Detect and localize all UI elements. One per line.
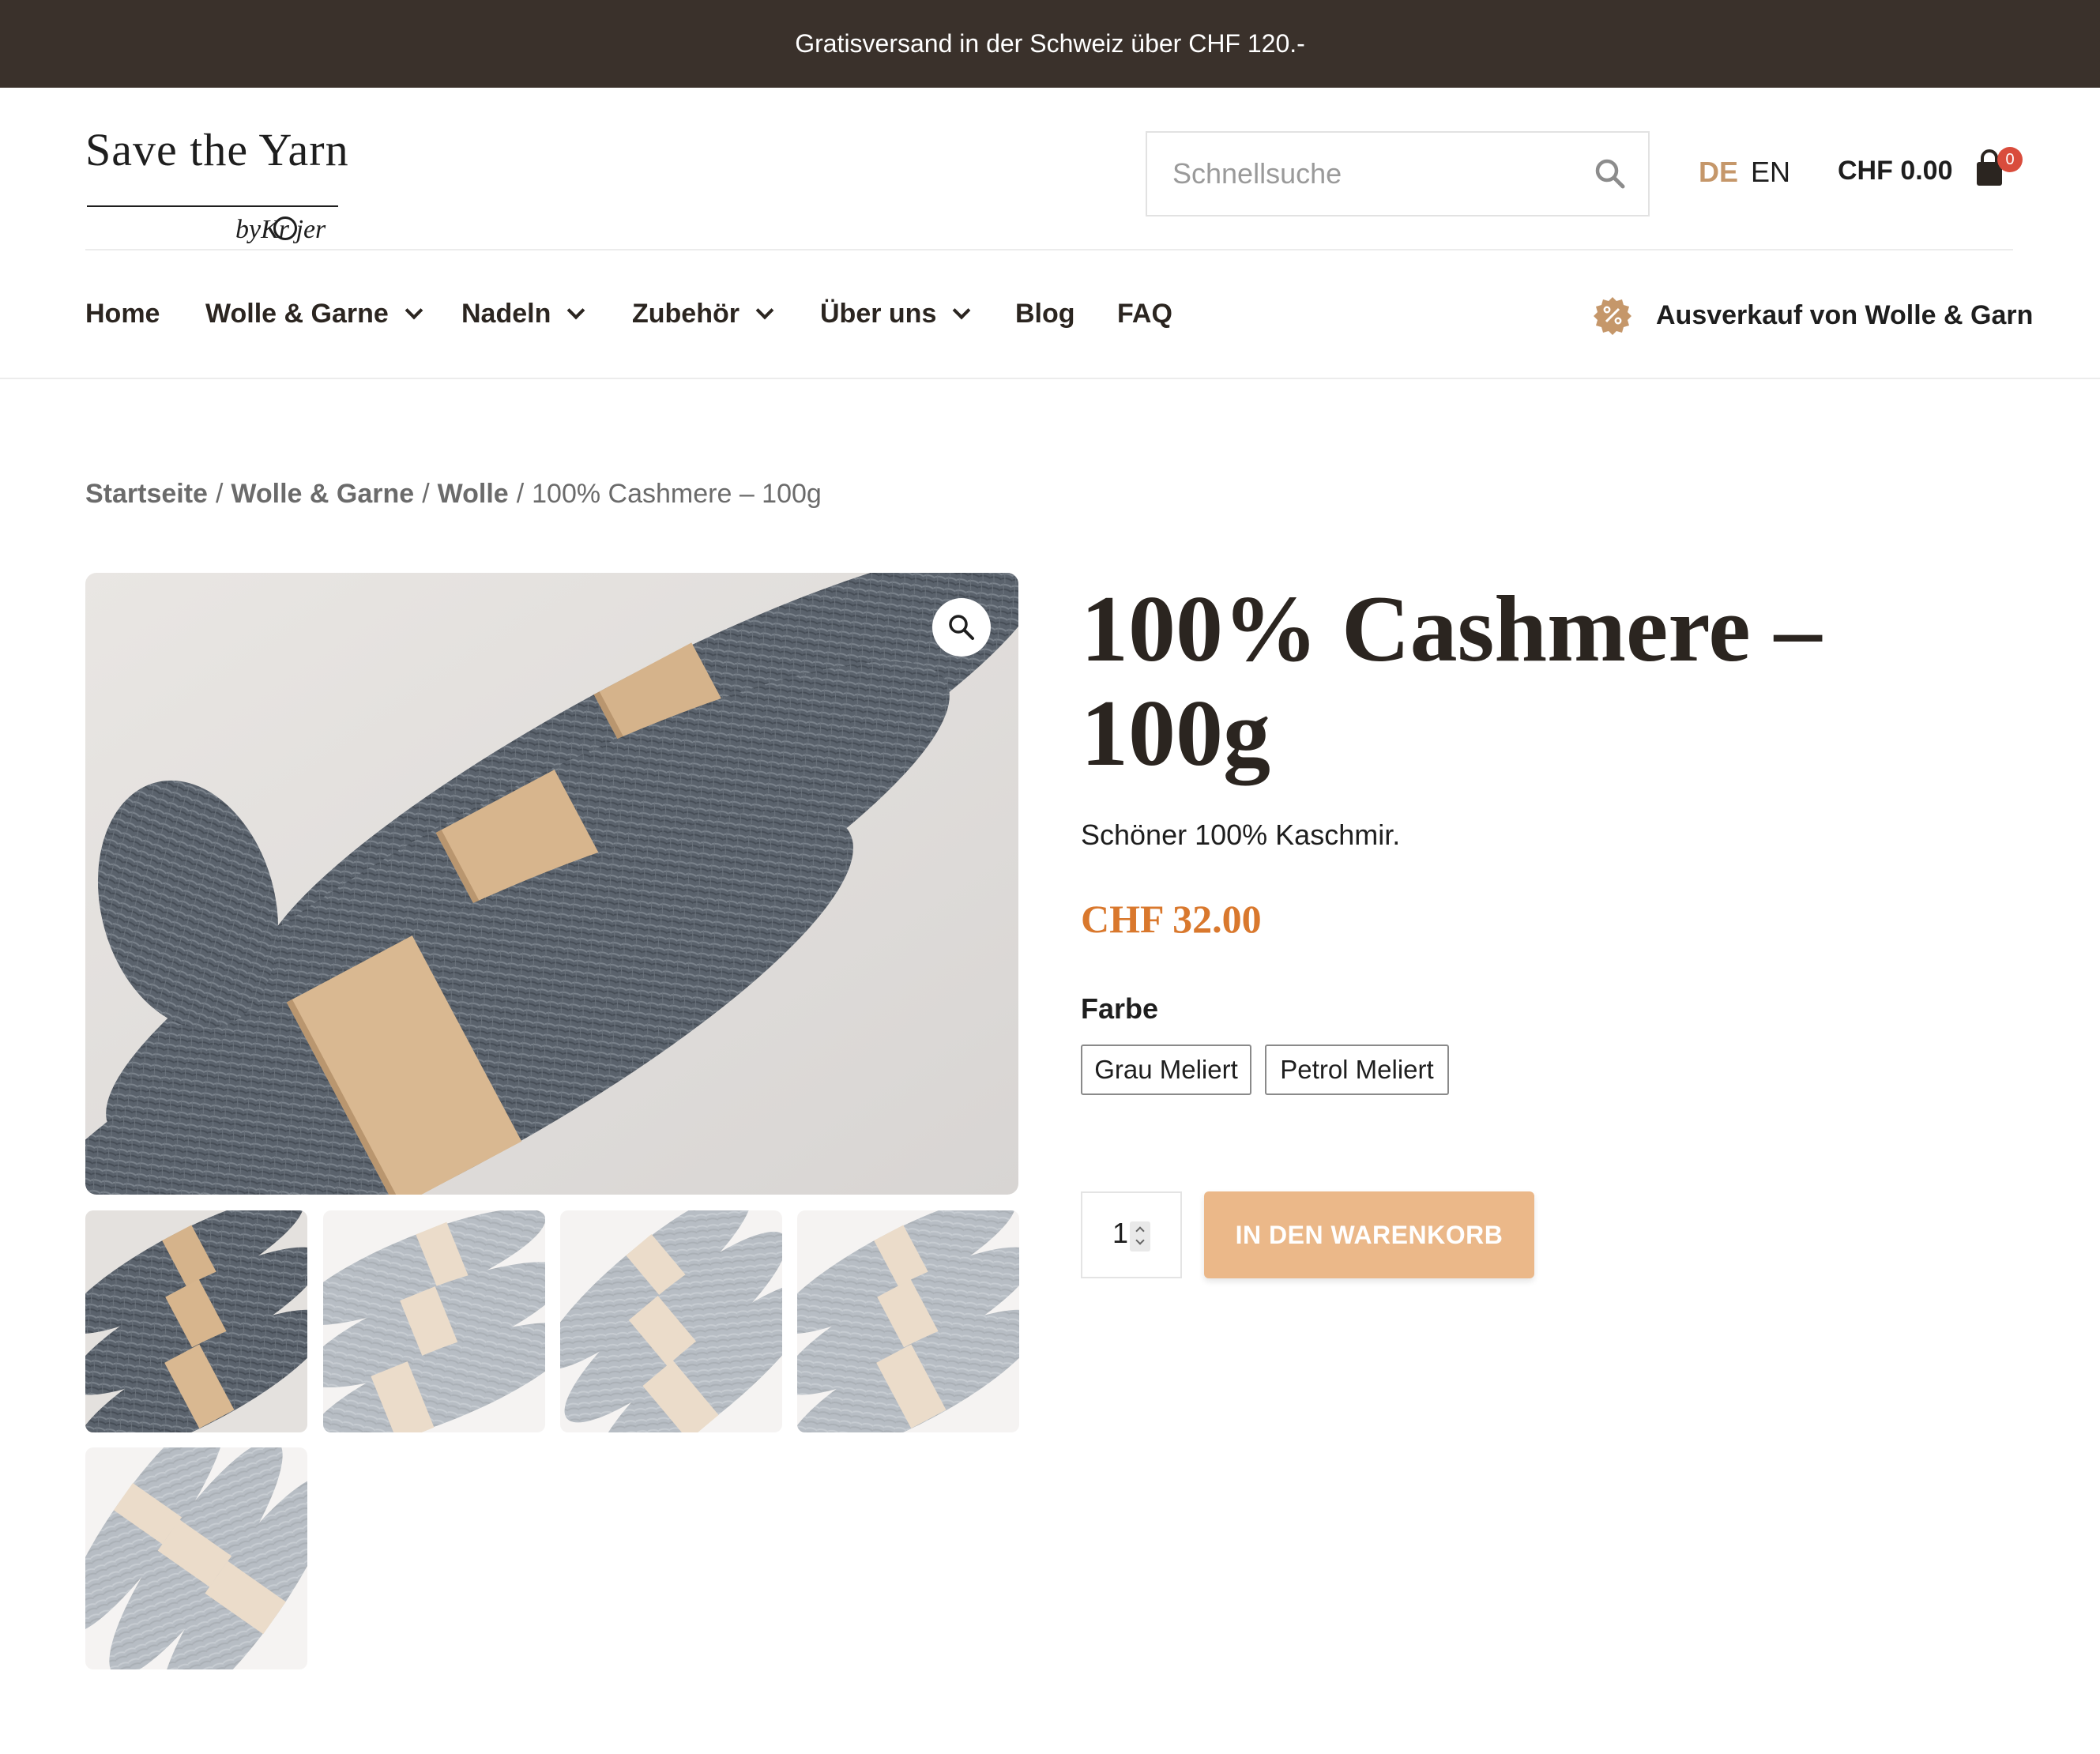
search-input[interactable] [1147, 133, 1574, 215]
sale-label: Ausverkauf von Wolle & Garn [1656, 299, 2034, 330]
quantity-spinner-icon[interactable] [1130, 1221, 1150, 1252]
magnifier-icon [949, 615, 974, 640]
quantity-value[interactable]: 1 [1112, 1217, 1128, 1250]
nav-zubehoer[interactable]: Zubehör [632, 299, 774, 329]
breadcrumb: Startseite / Wolle & Garne / Wolle/100% Cash… [85, 479, 822, 510]
announcement-text: Gratisversand in der Schweiz über CHF 12… [795, 29, 1305, 58]
logo-title: Save the Yarn [85, 124, 349, 175]
product-thumbnail-3[interactable] [560, 1210, 782, 1432]
nav-label: Blog [1015, 299, 1075, 329]
logo-rule [87, 205, 338, 207]
breadcrumb-separator: / [516, 479, 525, 509]
nav-label: FAQ [1117, 299, 1172, 329]
breadcrumb-link-wolle-garne[interactable]: Wolle & Garne [231, 479, 414, 509]
product-description: Schöner 100% Kaschmir. [1081, 819, 1401, 851]
nav-ueber-uns[interactable]: Über uns [820, 299, 971, 329]
language-en[interactable]: EN [1751, 156, 1790, 189]
discount-badge-icon [1594, 297, 1631, 335]
sale-link[interactable]: Ausverkauf von Wolle & Garn [1593, 295, 2033, 335]
color-attribute-label: Farbe [1081, 992, 1159, 1025]
cart-count-badge: 0 [1997, 147, 2023, 172]
breadcrumb-link-wolle[interactable]: Wolle [438, 479, 509, 509]
site-logo[interactable]: Save the Yarn byKr jer [85, 123, 349, 244]
chevron-down-icon [567, 301, 585, 319]
nav-wolle-garne[interactable]: Wolle & Garne [205, 299, 423, 329]
product-thumbnail-4[interactable] [797, 1210, 1019, 1432]
cart-total[interactable]: CHF 0.00 [1838, 156, 1953, 186]
breadcrumb-link-home[interactable]: Startseite [85, 479, 208, 509]
add-to-cart-button[interactable]: IN DEN WARENKORB [1204, 1191, 1534, 1278]
chevron-down-icon [953, 301, 971, 319]
zoom-button[interactable] [932, 598, 991, 657]
main-navigation: Home Wolle & Garne Nadeln Zubehör Über u… [0, 253, 2100, 379]
chevron-down-icon [755, 301, 774, 319]
announcement-bar: Gratisversand in der Schweiz über CHF 12… [0, 0, 2100, 88]
nav-nadeln[interactable]: Nadeln [461, 299, 585, 329]
search-icon[interactable] [1593, 156, 1628, 191]
product-price: CHF 32.00 [1081, 897, 1262, 941]
nav-home[interactable]: Home [85, 299, 160, 329]
breadcrumb-current: 100% Cashmere – 100g [532, 479, 822, 509]
language-de[interactable]: DE [1699, 156, 1738, 189]
breadcrumb-separator: / [422, 479, 430, 509]
yarn-ball-icon [273, 216, 297, 240]
product-thumbnail-5[interactable] [85, 1447, 307, 1669]
product-main-image[interactable] [85, 573, 1018, 1195]
product-title: 100% Cashmere – 100g [1081, 576, 1822, 785]
nav-label: Nadeln [461, 299, 551, 329]
product-thumbnail-1[interactable] [85, 1210, 307, 1432]
nav-label: Home [85, 299, 160, 329]
product-thumbnail-2[interactable] [323, 1210, 545, 1432]
nav-label: Wolle & Garne [205, 299, 389, 329]
nav-faq[interactable]: FAQ [1117, 299, 1172, 329]
chevron-down-icon [405, 301, 423, 319]
quantity-stepper[interactable]: 1 [1081, 1191, 1182, 1278]
nav-label: Über uns [820, 299, 937, 329]
breadcrumb-separator: / [215, 479, 224, 509]
color-option-petrol-meliert[interactable]: Petrol Meliert [1265, 1044, 1449, 1095]
color-option-grau-meliert[interactable]: Grau Meliert [1081, 1044, 1251, 1095]
search-box [1146, 131, 1650, 216]
site-header: Save the Yarn byKr jer DE EN CHF 0.00 0 [85, 88, 2023, 250]
nav-label: Zubehör [632, 299, 740, 329]
nav-blog[interactable]: Blog [1015, 299, 1075, 329]
